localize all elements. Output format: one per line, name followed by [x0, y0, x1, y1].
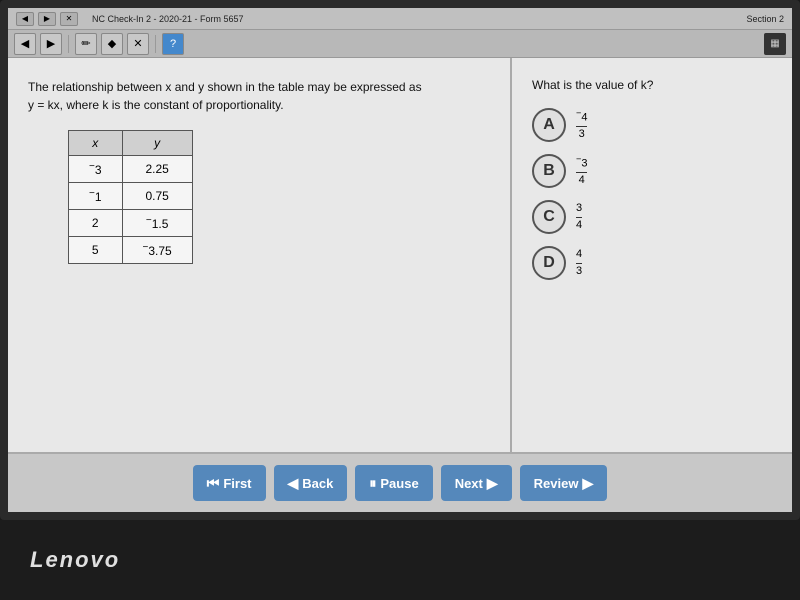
lenovo-brand: Lenovo [30, 547, 120, 573]
pause-icon: ⏸ [369, 475, 376, 492]
table-row: 2 −1.5 [69, 210, 193, 237]
top-bar-left: ◀ ▶ ✕ NC Check-In 2 - 2020-21 - Form 565… [16, 12, 244, 26]
top-bar: ◀ ▶ ✕ NC Check-In 2 - 2020-21 - Form 565… [8, 8, 792, 30]
cell-x3: 2 [69, 210, 123, 237]
close-btn[interactable]: ✕ [60, 12, 78, 26]
choice-a-circle[interactable]: A [532, 108, 566, 142]
choice-c[interactable]: C 3 4 [532, 200, 772, 234]
right-question-text: What is the value of k? [532, 78, 772, 92]
section-label: Section 2 [746, 14, 784, 24]
choice-b[interactable]: B −3 4 [532, 154, 772, 188]
marker-tool-btn[interactable]: ◆ [101, 33, 123, 55]
back-button[interactable]: ◀ Back [274, 465, 348, 501]
cell-x1: −3 [69, 156, 123, 183]
first-icon: ⏮ [207, 475, 220, 492]
cell-x4: 5 [69, 237, 123, 264]
choice-c-value: 3 4 [576, 202, 582, 231]
back-icon: ◀ [288, 475, 299, 492]
review-button[interactable]: Review ▶ [520, 465, 608, 501]
data-table: x y −3 2.25 −1 0.75 2 −1.5 [68, 130, 193, 264]
choice-a-value: −4 3 [576, 108, 587, 141]
calculator-icon[interactable]: ▦ [764, 33, 786, 55]
col-header-x: x [69, 131, 123, 156]
cell-y3: −1.5 [122, 210, 192, 237]
cell-x2: −1 [69, 183, 123, 210]
question-text: The relationship between x and y shown i… [28, 78, 490, 114]
laptop-bottom: Lenovo [0, 520, 800, 600]
choice-c-circle[interactable]: C [532, 200, 566, 234]
main-content: The relationship between x and y shown i… [8, 58, 792, 452]
cell-y4: −3.75 [122, 237, 192, 264]
choice-a[interactable]: A −4 3 [532, 108, 772, 142]
cell-y1: 2.25 [122, 156, 192, 183]
toolbar-separator-1 [68, 35, 69, 53]
choice-d-circle[interactable]: D [532, 246, 566, 280]
left-panel: The relationship between x and y shown i… [8, 58, 512, 452]
back-nav-btn[interactable]: ◀ [16, 12, 34, 26]
x-tool-btn[interactable]: ✕ [127, 33, 149, 55]
bottom-nav: ⏮ First ◀ Back ⏸ Pause Next ▶ Review ▶ [8, 452, 792, 512]
col-header-y: y [122, 131, 192, 156]
forward-nav-btn[interactable]: ▶ [38, 12, 56, 26]
next-icon: ▶ [487, 475, 498, 492]
toolbar-back-btn[interactable]: ◀ [14, 33, 36, 55]
table-row: −3 2.25 [69, 156, 193, 183]
pencil-tool-btn[interactable]: ✏ [75, 33, 97, 55]
table-row: −1 0.75 [69, 183, 193, 210]
table-row: 5 −3.75 [69, 237, 193, 264]
choice-b-circle[interactable]: B [532, 154, 566, 188]
cell-y2: 0.75 [122, 183, 192, 210]
page-title: NC Check-In 2 - 2020-21 - Form 5657 [92, 14, 244, 24]
next-button[interactable]: Next ▶ [441, 465, 512, 501]
right-panel: What is the value of k? A −4 3 B −3 4 C [512, 58, 792, 452]
toolbar-forward-btn[interactable]: ▶ [40, 33, 62, 55]
toolbar-separator-2 [155, 35, 156, 53]
choice-b-value: −3 4 [576, 154, 587, 187]
pause-button[interactable]: ⏸ Pause [355, 465, 432, 501]
first-button[interactable]: ⏮ First [193, 465, 266, 501]
choice-d-value: 4 3 [576, 248, 582, 277]
review-icon: ▶ [582, 475, 593, 492]
help-btn[interactable]: ? [162, 33, 184, 55]
toolbar: ◀ ▶ ✏ ◆ ✕ ? ▦ [8, 30, 792, 58]
choice-d[interactable]: D 4 3 [532, 246, 772, 280]
